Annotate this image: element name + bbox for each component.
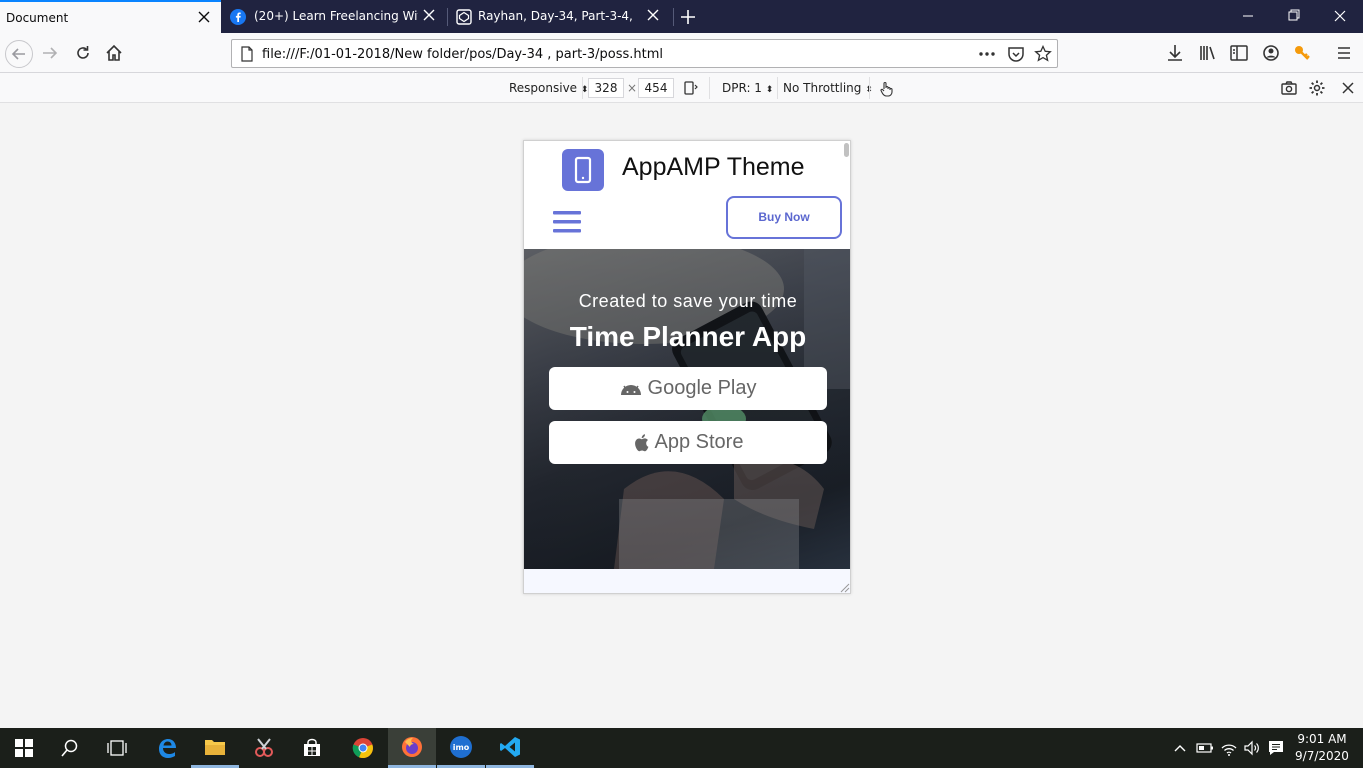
android-icon (620, 384, 641, 395)
pocket-icon[interactable] (1007, 45, 1025, 63)
next-section (524, 569, 850, 593)
tab-title: Rayhan, Day-34, Part-3-4, (478, 9, 633, 23)
dpr-selector[interactable]: DPR: 1 ⬍ (722, 81, 773, 95)
site-title[interactable]: AppAMP Theme (622, 153, 805, 182)
close-window-icon[interactable] (1317, 0, 1363, 33)
vscode-icon[interactable] (486, 728, 534, 768)
hero-tagline: Created to save your time (578, 291, 798, 311)
windows-taskbar: imo 9:01 AM 9/7/2020 (0, 728, 1363, 768)
hero-section: Created to save your time Time Planner A… (524, 249, 850, 569)
tab-freelancing[interactable]: (20+) Learn Freelancing With Fr (221, 0, 447, 33)
svg-text:imo: imo (453, 743, 470, 752)
search-icon[interactable] (46, 728, 94, 768)
url-text[interactable]: file:///F:/01-01-2018/New folder/pos/Day… (262, 47, 663, 62)
bookmark-star-icon[interactable] (1034, 45, 1052, 63)
start-icon[interactable] (0, 728, 48, 768)
buy-now-button[interactable]: Buy Now (726, 196, 842, 239)
hamburger-menu-icon[interactable] (553, 209, 581, 235)
new-tab-icon[interactable] (678, 7, 698, 27)
url-bar[interactable]: file:///F:/01-01-2018/New folder/pos/Day… (231, 39, 1058, 68)
responsive-design-toolbar: Responsive ⬍ 328 × 454 DPR: 1 ⬍ No Throt… (0, 73, 1363, 103)
page-actions-icon[interactable] (977, 46, 997, 62)
apple-icon (634, 434, 648, 452)
wifi-icon[interactable] (1220, 739, 1238, 757)
back-icon[interactable] (5, 40, 33, 68)
viewport-height-input[interactable]: 454 (638, 78, 674, 98)
firefox-icon[interactable] (388, 728, 436, 768)
forward-icon[interactable] (38, 41, 62, 65)
close-tab-icon[interactable] (645, 7, 661, 23)
close-rdm-icon[interactable] (1340, 80, 1356, 96)
restore-icon[interactable] (1271, 0, 1317, 33)
battery-icon[interactable] (1196, 740, 1214, 756)
store-icon[interactable] (288, 728, 336, 768)
dropdown-arrows-icon: ⬍ (765, 85, 774, 95)
system-clock[interactable]: 9:01 AM 9/7/2020 (1290, 731, 1354, 765)
app-logo[interactable] (562, 149, 604, 191)
device-selector[interactable]: Responsive ⬍ (509, 81, 588, 95)
app-store-label: App Store (654, 431, 744, 453)
toolbar-separator (582, 77, 583, 99)
library-icon[interactable] (1196, 41, 1220, 65)
device-label: Responsive (509, 81, 578, 95)
navigation-toolbar: file:///F:/01-01-2018/New folder/pos/Day… (0, 33, 1363, 73)
task-view-icon[interactable] (93, 728, 141, 768)
downloads-icon[interactable] (1163, 41, 1187, 65)
toolbar-separator (709, 77, 710, 99)
google-play-label: Google Play (647, 377, 757, 399)
account-icon[interactable] (1259, 41, 1283, 65)
minimize-icon[interactable] (1225, 0, 1271, 33)
reload-icon[interactable] (71, 41, 95, 65)
imo-icon[interactable]: imo (437, 728, 485, 768)
hero-headline: Time Planner App (569, 321, 807, 352)
snipping-tool-icon[interactable] (240, 728, 288, 768)
facebook-icon (230, 9, 246, 25)
times-sign: × (627, 81, 638, 95)
responsive-viewport: AppAMP Theme Buy Now Created to save you… (523, 140, 851, 594)
google-play-button[interactable]: Google Play (549, 367, 827, 410)
viewport-scrollbar[interactable] (844, 143, 849, 157)
edge-icon[interactable] (143, 728, 191, 768)
screenshot-icon[interactable] (1280, 79, 1298, 97)
tab-rayhan[interactable]: Rayhan, Day-34, Part-3-4, (448, 0, 673, 33)
tab-document[interactable]: Document (0, 0, 221, 33)
tab-separator (673, 8, 674, 26)
throttling-selector[interactable]: No Throttling ⬍ (783, 81, 873, 95)
close-tab-icon[interactable] (421, 7, 437, 23)
show-hidden-icons-icon[interactable] (1172, 740, 1188, 756)
codepen-icon (456, 9, 472, 25)
tab-title: (20+) Learn Freelancing With Fr (254, 9, 418, 23)
home-icon[interactable] (102, 41, 126, 65)
chrome-icon[interactable] (339, 728, 387, 768)
touch-simulation-icon[interactable] (878, 80, 894, 97)
clock-time: 9:01 AM (1297, 732, 1347, 746)
tab-title: Document (6, 11, 69, 25)
sidebar-icon[interactable] (1227, 41, 1251, 65)
page-icon (239, 46, 255, 62)
tab-strip: Document (20+) Learn Freelancing With Fr… (0, 0, 1363, 33)
resize-handle-icon[interactable] (838, 581, 850, 593)
file-explorer-icon[interactable] (191, 728, 239, 768)
volume-icon[interactable] (1243, 739, 1261, 757)
throttling-label: No Throttling (783, 81, 862, 95)
viewport-width-input[interactable]: 328 (588, 78, 624, 98)
close-tab-icon[interactable] (196, 9, 212, 25)
smartphone-icon (574, 156, 592, 184)
toolbar-separator (777, 77, 778, 99)
dpr-label: DPR: 1 (722, 81, 762, 95)
extension-key-icon[interactable] (1290, 41, 1314, 65)
toolbar-separator (869, 77, 870, 99)
clock-date: 9/7/2020 (1295, 749, 1349, 763)
rotate-viewport-icon[interactable] (683, 80, 699, 96)
notification-icon[interactable] (1267, 739, 1285, 757)
app-store-button[interactable]: App Store (549, 421, 827, 464)
settings-gear-icon[interactable] (1308, 79, 1326, 97)
menu-icon[interactable] (1332, 41, 1356, 65)
